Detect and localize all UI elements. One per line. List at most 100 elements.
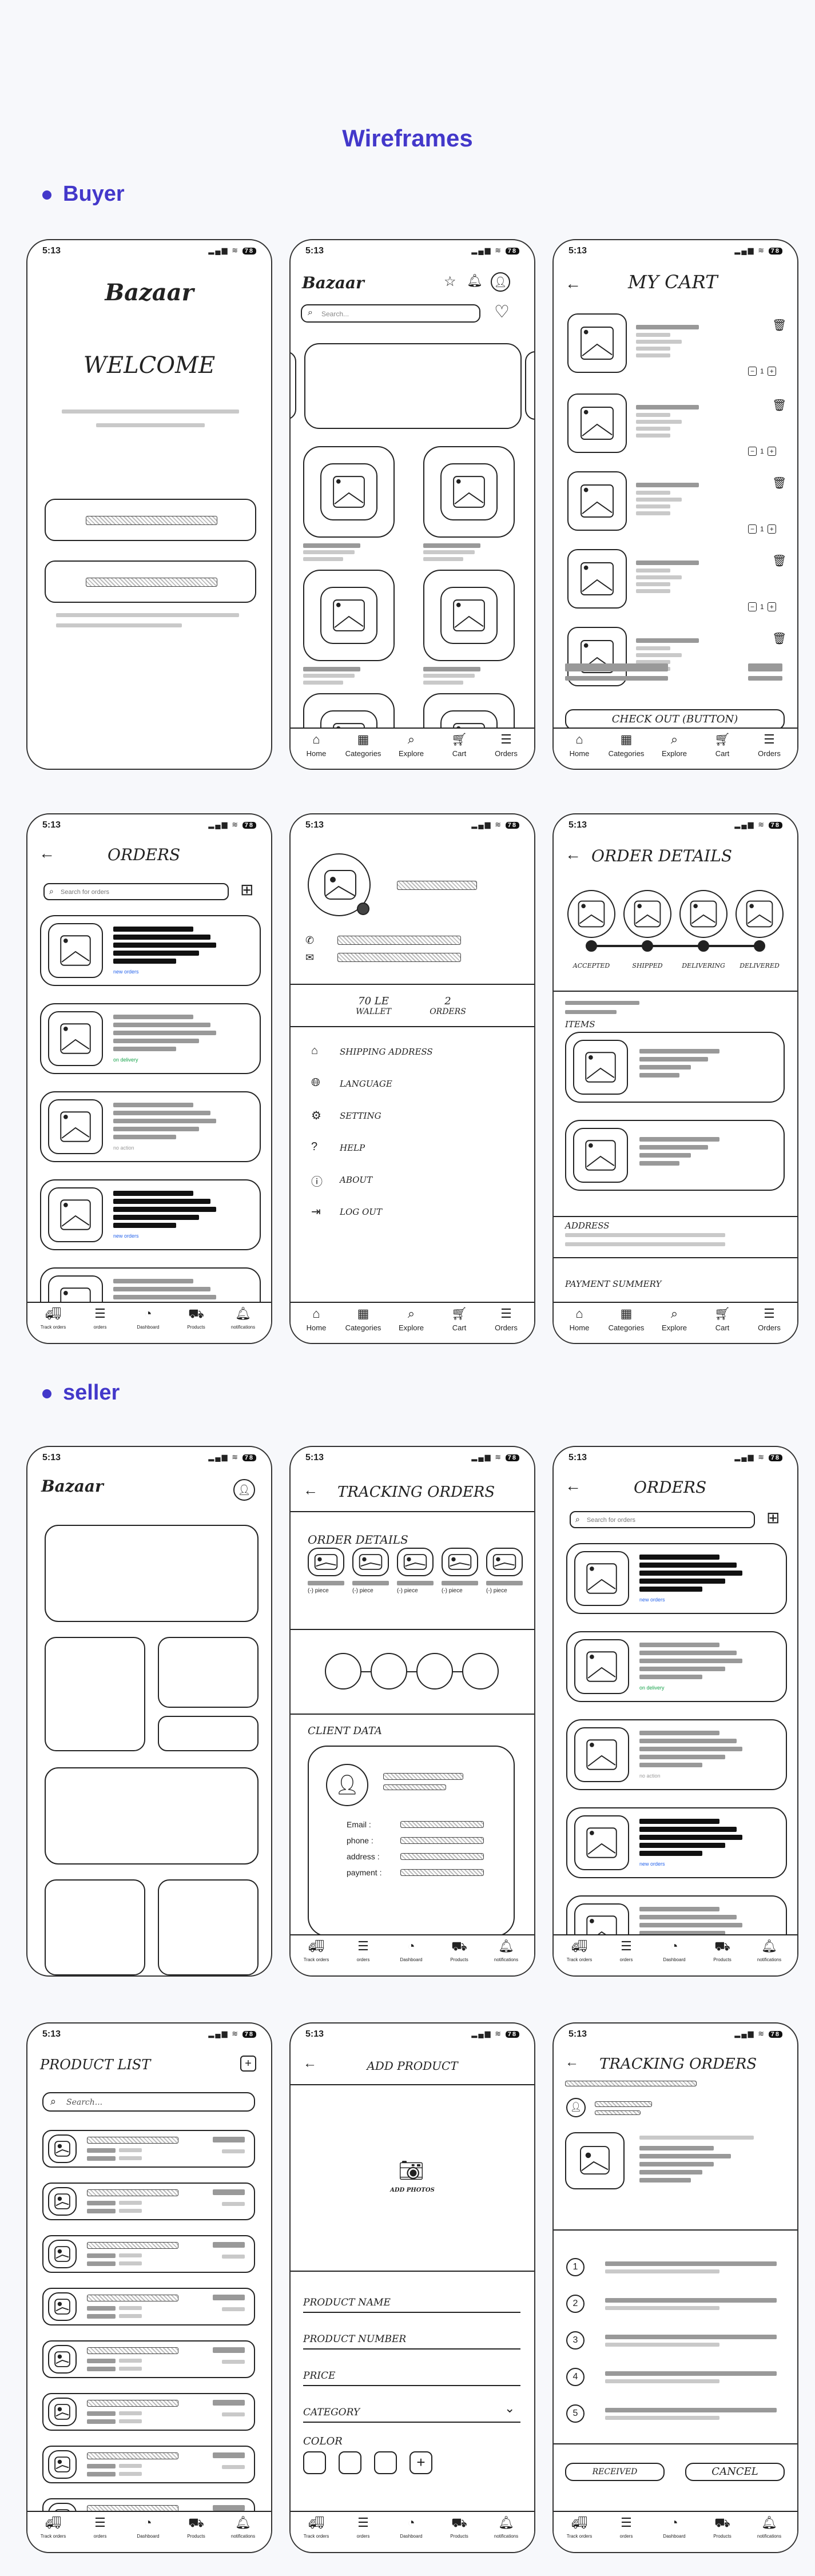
dashboard-card[interactable] [158,1637,259,1708]
field-input[interactable] [303,2385,520,2386]
nav-item-cart[interactable]: 🛒︎ Cart [439,1306,479,1332]
nav-item-track-orders[interactable]: 🚚︎ Track orders [559,1939,599,1962]
nav-item-track-orders[interactable]: 🚚︎ Track orders [33,1306,73,1330]
dashboard-card[interactable] [158,1879,259,1975]
plus-icon[interactable]: + [767,602,776,611]
back-icon[interactable]: ← [565,275,581,293]
nav-item-categories[interactable]: ▦ Categories [343,732,383,758]
nav-item-notifications[interactable]: 🔔︎ notifications [223,1306,263,1330]
nav-item-products[interactable]: ⛟ Products [702,2515,742,2539]
nav-item-notifications[interactable]: 🔔︎ notifications [749,1939,789,1962]
star-icon[interactable]: ☆ [444,273,456,290]
nav-item-notifications[interactable]: 🔔︎ notifications [749,2515,789,2539]
nav-item-orders[interactable]: ☰ orders [80,1306,120,1330]
nav-item-orders[interactable]: ☰ orders [606,2515,646,2539]
nav-item-notifications[interactable]: 🔔︎ notifications [223,2515,263,2539]
orders-stat[interactable]: 2 ORDERS [416,995,479,1016]
trash-icon[interactable]: 🗑︎ [772,398,786,412]
nav-item-orders[interactable]: ☰ orders [343,1939,383,1962]
profile-menu-shipping-address[interactable]: ⌂ SHIPPING ADDRESS [311,1044,517,1062]
grid-icon[interactable]: ⊞ [766,1510,780,1526]
back-icon[interactable]: ← [565,2054,579,2070]
dashboard-card[interactable] [158,1716,259,1751]
trash-icon[interactable]: 🗑︎ [772,554,786,568]
profile-menu-about[interactable]: ⓘ ABOUT [311,1172,517,1190]
profile-menu-help[interactable]: ? HELP [311,1140,517,1158]
nav-item-categories[interactable]: ▦ Categories [343,1306,383,1332]
search-input[interactable]: ⌕ Search... [301,304,480,323]
back-icon[interactable]: ← [565,845,581,864]
nav-item-cart[interactable]: 🛒︎ Cart [439,732,479,758]
nav-item-home[interactable]: ⌂ Home [296,1306,336,1332]
nav-item-home[interactable]: ⌂ Home [559,1306,599,1332]
dashboard-card[interactable] [45,1879,145,1975]
nav-item-dashboard[interactable]: ◔ Dashboard [128,1306,168,1330]
chevron-down-icon[interactable]: ⌄ [504,2401,515,2416]
nav-item-explore[interactable]: ⌕ Explore [391,732,431,758]
field-input[interactable] [303,2348,520,2350]
color-swatch[interactable] [339,2451,361,2474]
minus-icon[interactable]: − [748,602,757,611]
trash-icon[interactable]: 🗑︎ [772,476,786,490]
nav-item-track-orders[interactable]: 🚚︎ Track orders [559,2515,599,2539]
nav-item-home[interactable]: ⌂ Home [296,732,336,758]
profile-menu-setting[interactable]: ⚙ SETTING [311,1108,517,1126]
nav-item-products[interactable]: ⛟ Products [176,2515,216,2539]
nav-item-dashboard[interactable]: ◔ Dashboard [654,2515,694,2539]
trash-icon[interactable]: 🗑︎ [772,631,786,646]
heart-icon[interactable]: ♡ [494,302,510,322]
nav-item-orders[interactable]: ☰ Orders [486,732,526,758]
nav-item-products[interactable]: ⛟ Products [439,1939,479,1962]
field-input[interactable] [303,2422,520,2423]
nav-item-dashboard[interactable]: ◔ Dashboard [654,1939,694,1962]
minus-icon[interactable]: − [748,524,757,534]
nav-item-orders[interactable]: ☰ Orders [486,1306,526,1332]
bell-icon[interactable]: 🔔︎ [467,273,483,288]
nav-item-track-orders[interactable]: 🚚︎ Track orders [296,2515,336,2539]
nav-item-categories[interactable]: ▦ Categories [606,1306,646,1332]
plus-icon[interactable]: + [767,447,776,456]
nav-item-dashboard[interactable]: ◔ Dashboard [128,2515,168,2539]
nav-item-notifications[interactable]: 🔔︎ notifications [486,1939,526,1962]
nav-item-home[interactable]: ⌂ Home [559,732,599,758]
grid-icon[interactable]: ⊞ [240,882,253,898]
quantity-stepper[interactable]: −1 + [748,447,776,456]
minus-icon[interactable]: − [748,367,757,376]
quantity-stepper[interactable]: −1 + [748,367,776,376]
quantity-stepper[interactable]: −1 + [748,602,776,611]
banner-carousel[interactable] [304,343,522,429]
cancel-button[interactable]: CANCEL [685,2463,785,2481]
search-input[interactable]: ⌕ Search... [42,2092,255,2112]
nav-item-orders[interactable]: ☰ orders [343,2515,383,2539]
nav-item-track-orders[interactable]: 🚚︎ Track orders [296,1939,336,1962]
login-button[interactable] [45,499,256,541]
add-color-button[interactable]: + [410,2451,432,2474]
received-button[interactable]: RECEIVED [565,2463,665,2481]
nav-item-explore[interactable]: ⌕ Explore [654,732,694,758]
nav-item-orders[interactable]: ☰ Orders [749,1306,789,1332]
nav-item-dashboard[interactable]: ◔ Dashboard [391,2515,431,2539]
trash-icon[interactable]: 🗑︎ [772,318,786,332]
nav-item-orders[interactable]: ☰ Orders [749,732,789,758]
color-swatch[interactable] [303,2451,326,2474]
dashboard-card[interactable] [45,1637,145,1751]
back-icon[interactable]: ← [303,1481,318,1499]
profile-menu-log-out[interactable]: ⇥ LOG OUT [311,1204,517,1222]
add-icon[interactable]: + [240,2056,256,2072]
avatar[interactable]: 👤︎ [233,1479,255,1501]
camera-icon[interactable] [357,903,369,915]
color-swatch[interactable] [374,2451,397,2474]
quantity-stepper[interactable]: −1 + [748,524,776,534]
dashboard-card[interactable] [45,1767,259,1865]
nav-item-products[interactable]: ⛟ Products [702,1939,742,1962]
nav-item-cart[interactable]: 🛒︎ Cart [702,1306,742,1332]
profile-avatar[interactable] [308,853,371,916]
nav-item-track-orders[interactable]: 🚚︎ Track orders [33,2515,73,2539]
nav-item-cart[interactable]: 🛒︎ Cart [702,732,742,758]
profile-menu-language[interactable]: 🌐︎ LANGUAGE [311,1076,517,1094]
wallet-stat[interactable]: 70 LE WALLET [342,995,405,1016]
add-photos-label[interactable]: ADD PHOTOS [291,2187,534,2193]
avatar[interactable]: 👤︎ [491,272,510,292]
nav-item-notifications[interactable]: 🔔︎ notifications [486,2515,526,2539]
plus-icon[interactable]: + [767,367,776,376]
